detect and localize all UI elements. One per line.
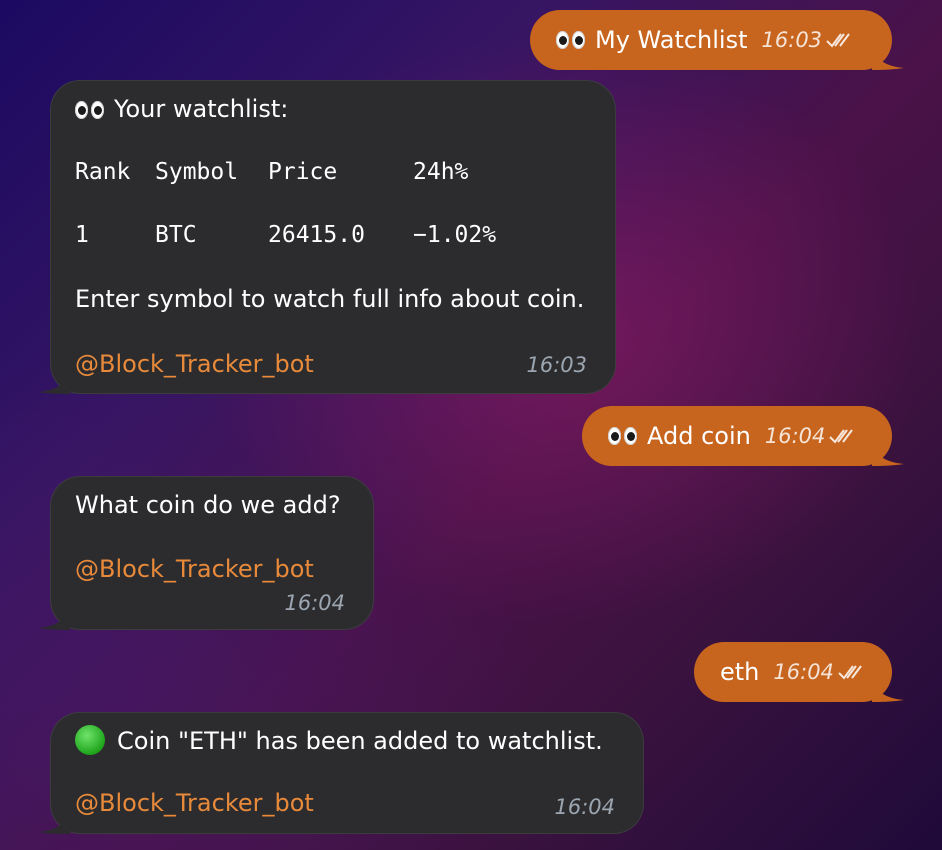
- incoming-message-what-coin[interactable]: What coin do we add? @Block_Tracker_bot …: [50, 476, 374, 630]
- bubble-tail: [872, 444, 904, 466]
- header-symbol: Symbol: [155, 159, 239, 186]
- bubble-tail: [872, 680, 904, 702]
- cell-rank: 1: [75, 222, 89, 249]
- bubble-tail: [38, 608, 70, 630]
- message-meta: 16:04: [773, 658, 866, 686]
- message-time: 16:03: [526, 352, 587, 377]
- bot-link[interactable]: @Block_Tracker_bot: [75, 553, 349, 585]
- watchlist-table-row: 1 BTC 26415.0 −1.02%: [75, 220, 591, 251]
- cell-symbol: BTC: [155, 222, 197, 249]
- double-check-icon: [829, 429, 854, 444]
- message-text: Coin "ETH" has been added to watchlist.: [117, 727, 603, 755]
- double-check-icon: [826, 33, 850, 48]
- outgoing-message-eth[interactable]: eth 16:04: [694, 642, 892, 702]
- message-time: 16:03: [761, 27, 823, 52]
- eyes-icon: [556, 31, 585, 49]
- message-time: 16:04: [284, 590, 345, 615]
- message-text: My Watchlist: [595, 25, 748, 54]
- message-meta: 16:04: [765, 422, 858, 450]
- outgoing-message-add-coin[interactable]: Add coin 16:04: [582, 406, 892, 466]
- message-text: eth: [720, 657, 760, 686]
- double-check-icon: [838, 665, 862, 680]
- green-circle-icon: [75, 725, 105, 755]
- bot-link[interactable]: @Block_Tracker_bot: [75, 348, 591, 380]
- cell-price: 26415.0: [268, 222, 365, 249]
- watchlist-table-header: Rank Symbol Price 24h%: [75, 157, 591, 188]
- cell-change: −1.02%: [413, 222, 497, 249]
- message-note: Enter symbol to watch full info about co…: [75, 285, 585, 314]
- incoming-message-watchlist[interactable]: Your watchlist: Rank Symbol Price 24h% 1…: [50, 80, 616, 394]
- bubble-tail: [38, 812, 70, 834]
- message-line: Coin "ETH" has been added to watchlist.: [75, 725, 619, 757]
- message-time: 16:04: [554, 794, 615, 819]
- message-meta: 16:03: [762, 26, 855, 54]
- message-time: 16:04: [773, 659, 834, 684]
- title-text: Your watchlist:: [114, 95, 289, 123]
- incoming-message-coin-added[interactable]: Coin "ETH" has been added to watchlist. …: [50, 712, 644, 834]
- bubble-tail: [38, 372, 70, 394]
- header-change: 24h%: [413, 159, 469, 186]
- eyes-icon: [608, 427, 637, 445]
- message-time: 16:04: [764, 423, 826, 448]
- message-text: What coin do we add?: [75, 491, 341, 519]
- message-title: Your watchlist:: [75, 93, 591, 125]
- bot-link[interactable]: @Block_Tracker_bot: [75, 787, 619, 819]
- header-rank: Rank: [75, 159, 131, 186]
- bubble-tail: [872, 48, 904, 70]
- header-price: Price: [268, 159, 338, 186]
- eyes-icon: [75, 101, 104, 119]
- outgoing-message-my-watchlist[interactable]: My Watchlist 16:03: [530, 10, 892, 70]
- message-text: Add coin: [647, 421, 751, 450]
